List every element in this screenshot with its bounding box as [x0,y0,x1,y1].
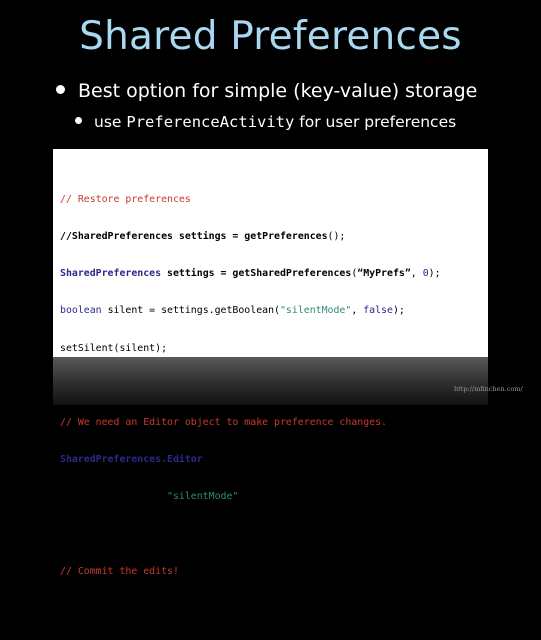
code-line: editor.putBoolean("silentMode", mSilentM… [60,491,441,503]
slide-title: Shared Preferences [79,14,462,59]
code-comment: // Commit the edits! [60,565,179,577]
code-token: editor = settings.edit [202,454,340,466]
code-type: SharedPreferences [60,268,162,280]
code-keyword: false [363,305,393,317]
code-token: , mSilentMode); [238,491,328,503]
code-token: settings = getPreferences [172,231,328,243]
code-token: (); [339,454,358,466]
code-token: (); [327,231,346,243]
code-sample-box: // Restore preferences //SharedPreferenc… [53,149,488,614]
source-url[interactable]: http://mfinchen.com/ [454,385,523,393]
bullet-level-2: use PreferenceActivity for user preferen… [75,113,456,131]
bullet-level-1: Best option for simple (key-value) stora… [56,80,477,102]
code-line: // Restore preferences [60,194,441,206]
code-line: // Commit the edits! [60,566,441,578]
bullet-dot-icon [56,85,65,94]
code-keyword: boolean [60,305,102,317]
code-string: "silentMode" [279,305,352,317]
code-line: // We need an Editor object to make pref… [60,417,441,429]
code-token: silent = settings.getBoolean( [101,305,280,317]
code-string: "silentMode" [167,491,239,503]
code-line: //SharedPreferences settings = getPrefer… [60,231,441,243]
code-token: , [351,305,364,317]
code-token: , [410,268,423,280]
code-line: boolean silent = settings.getBoolean("si… [60,305,441,317]
code-token: //SharedPreferences [60,231,173,243]
code-token: setSilent(silent); [60,342,168,354]
code-token: ); [392,305,405,317]
code-token: settings = getSharedPreferences [161,268,352,280]
code-token: ); [428,268,441,280]
bullet-dot-icon [75,117,82,124]
reflection-text: editor.commit(); [60,392,156,403]
code-token: editor.commit [60,603,138,615]
code-comment: // We need an Editor object to make pref… [60,417,387,429]
code-token: editor.putBoolean( [60,491,168,503]
code-comment: // Restore preferences [60,193,191,205]
code-box-reflection: editor.commit(); [53,357,488,405]
code-line: setSilent(silent); [60,343,441,355]
bullet-level-1-text: Best option for simple (key-value) stora… [78,80,478,102]
code-line: SharedPreferences.Editor editor = settin… [60,454,441,466]
code-line: editor.commit(); [60,603,441,615]
bullet-level-2-code: PreferenceActivity [126,113,295,131]
bullet-level-2-prefix: use [94,113,127,131]
code-token: (); [137,603,156,615]
code-token: “MyPrefs” [357,268,411,280]
bullet-level-2-suffix: for user preferences [294,113,457,131]
code-type: SharedPreferences.Editor [60,454,203,466]
code-line: SharedPreferences settings = getSharedPr… [60,268,441,280]
